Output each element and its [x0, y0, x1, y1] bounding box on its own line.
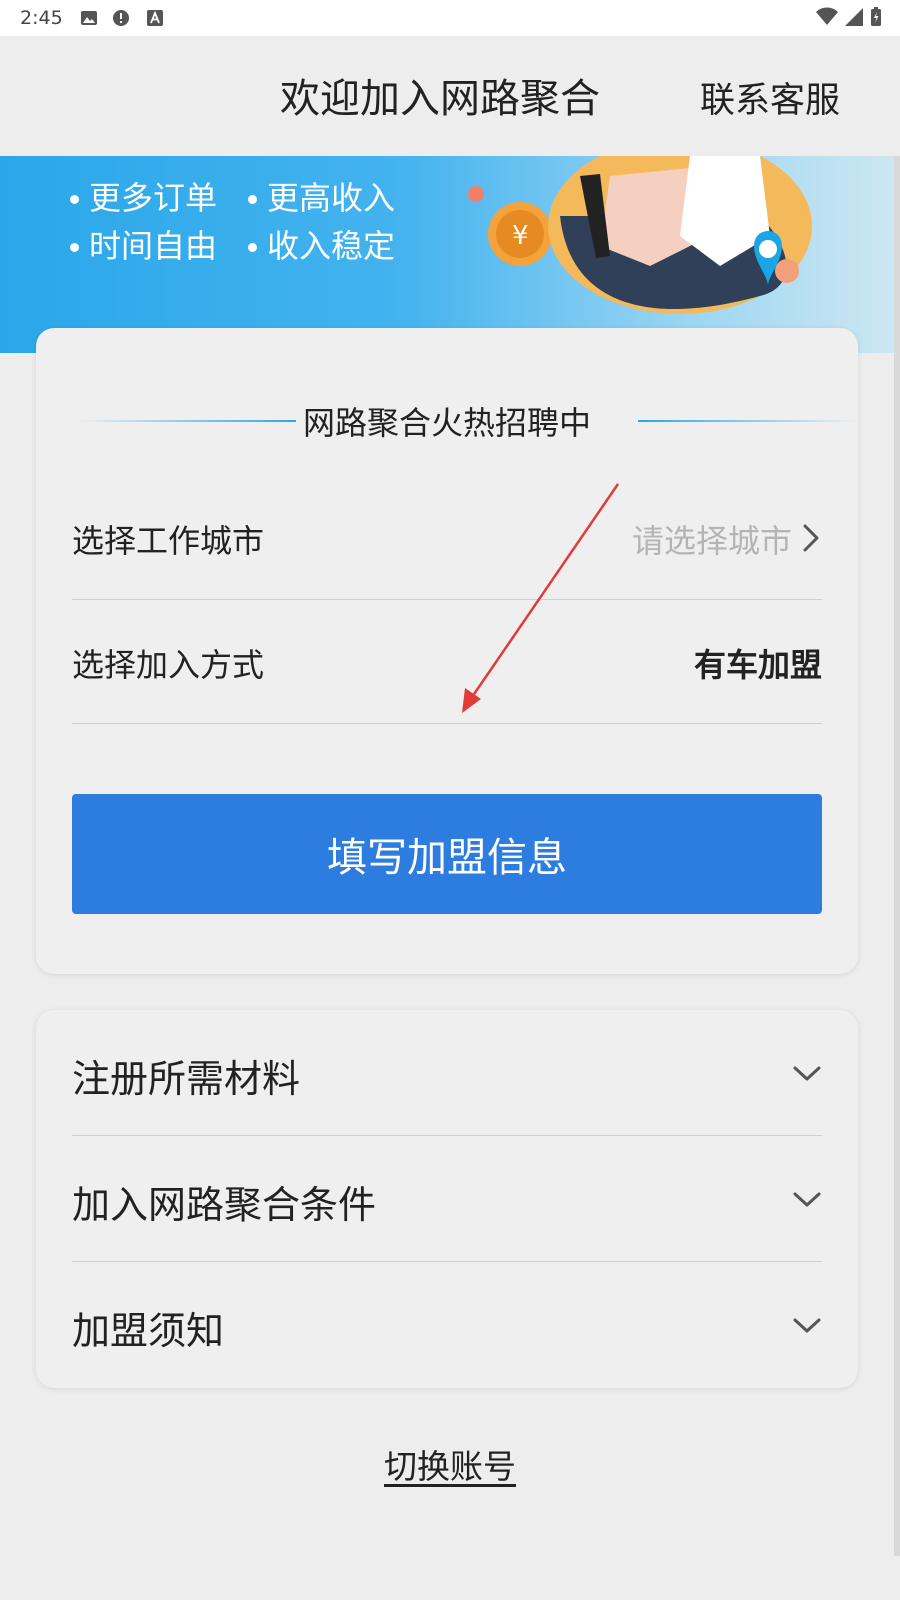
city-placeholder: 请选择城市: [631, 522, 792, 560]
switch-account-link[interactable]: 切换账号: [0, 1440, 900, 1488]
font-icon: [147, 10, 163, 26]
city-row-label: 选择工作城市: [72, 522, 265, 560]
bullet-icon: [248, 242, 257, 252]
driver-illustration-icon: ¥: [468, 156, 812, 314]
perk-list: 更多订单 更高收入 时间自由 收入稳定: [70, 176, 430, 265]
accordion-label: 注册所需材料: [72, 1057, 301, 1101]
wifi-icon: [816, 7, 838, 25]
perk-item: 更多订单: [70, 176, 248, 217]
top-header: 欢迎加入网路聚合 联系客服: [0, 36, 900, 156]
contact-support-link[interactable]: 联系客服: [700, 72, 840, 123]
chevron-down-icon: [793, 1318, 821, 1333]
join-row-label: 选择加入方式: [72, 646, 265, 684]
faq-card: 注册所需材料 加入网路聚合条件 加盟须知: [36, 1010, 858, 1388]
accordion-item-notice[interactable]: 加盟须知: [72, 1262, 822, 1388]
accordion-item-materials[interactable]: 注册所需材料: [72, 1010, 822, 1136]
app-screen: 2:45 欢迎加入网路聚合 联系客服 更多订单 更高收入 时间自由 收入稳定 ¥…: [0, 0, 900, 1600]
bullet-icon: [248, 194, 257, 204]
city-select-row[interactable]: 选择工作城市 请选择城市: [72, 476, 822, 600]
accordion-label: 加盟须知: [72, 1309, 225, 1353]
fill-info-button[interactable]: 填写加盟信息: [72, 794, 822, 914]
perk-item: 收入稳定: [248, 224, 426, 265]
perk-label: 更高收入: [267, 179, 396, 217]
perk-item: 更高收入: [248, 176, 426, 217]
recruit-card: 网路聚合火热招聘中 选择工作城市 请选择城市 选择加入方式 有车加盟 填写加盟信…: [36, 328, 858, 974]
svg-text:¥: ¥: [512, 221, 529, 251]
chevron-down-icon: [793, 1066, 821, 1081]
chevron-right-icon: [803, 524, 819, 552]
title-divider-right: [638, 420, 858, 422]
perk-item: 时间自由: [70, 224, 248, 265]
bullet-icon: [70, 242, 79, 252]
accordion-label: 加入网路聚合条件: [72, 1183, 377, 1227]
join-method-value: 有车加盟: [693, 646, 822, 684]
page-title: 欢迎加入网路聚合: [280, 76, 600, 122]
chevron-down-icon: [793, 1192, 821, 1207]
status-time: 2:45: [20, 7, 63, 29]
perk-label: 更多订单: [89, 179, 218, 217]
status-right-group: [816, 7, 882, 27]
battery-icon: [871, 7, 881, 26]
perk-label: 时间自由: [89, 227, 218, 265]
status-bar: 2:45: [0, 0, 900, 36]
join-method-row[interactable]: 选择加入方式 有车加盟: [72, 600, 822, 724]
promo-banner: 更多订单 更高收入 时间自由 收入稳定 ¥: [0, 156, 900, 353]
scrollbar[interactable]: [894, 156, 900, 1556]
image-icon: [81, 11, 97, 25]
accordion-item-conditions[interactable]: 加入网路聚合条件: [72, 1136, 822, 1262]
perk-label: 收入稳定: [267, 227, 396, 265]
bullet-icon: [70, 194, 79, 204]
signal-icon: [845, 8, 863, 26]
alert-icon: [113, 10, 129, 26]
